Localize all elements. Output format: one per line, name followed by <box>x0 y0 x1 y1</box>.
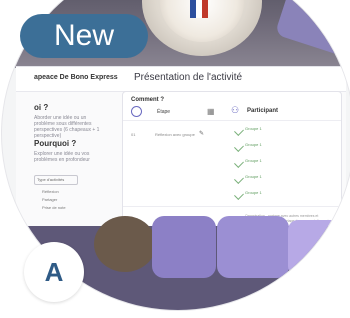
wood-disc-image <box>94 216 156 272</box>
left-heading-what: oi ? <box>34 103 49 112</box>
people-icon: ⚇ <box>231 105 240 115</box>
column-etape: Étape <box>157 109 171 115</box>
edit-icon[interactable]: ✎ <box>199 130 204 137</box>
list-item-partager: Partager <box>42 197 58 202</box>
column-participant: Participant <box>247 108 279 114</box>
left-text-what: Aborder une idée ou un problème sous dif… <box>34 115 100 139</box>
left-text-why: Explorer une idée ou vos problèmes en pr… <box>34 151 90 163</box>
row-reflexion-groupe: Réflexion avec groupe <box>155 132 195 137</box>
foam-cube-image <box>152 216 216 278</box>
calendar-icon: ▦ <box>207 107 215 116</box>
group-label: Groupe 1 <box>245 158 262 163</box>
card-heading: Comment ? <box>131 97 164 103</box>
foam-cube-image <box>217 216 289 278</box>
letter-badge: A <box>24 242 84 302</box>
new-badge: New <box>20 14 148 58</box>
check-icon <box>234 126 244 136</box>
foam-cube-image <box>288 220 348 276</box>
group-label: Groupe 1 <box>245 174 262 179</box>
brand-label: apeace De Bono Express <box>34 74 118 81</box>
page-title: Présentation de l'activité <box>134 72 243 83</box>
group-label: Groupe 1 <box>245 142 262 147</box>
topbar: apeace De Bono Express Présentation de l… <box>16 67 346 92</box>
row-number: 01 <box>131 132 136 137</box>
left-heading-why: Pourquoi ? <box>34 139 77 148</box>
activity-type-pill[interactable]: Type d'activités <box>34 175 78 185</box>
group-label: Groupe 1 <box>245 190 262 195</box>
list-item-reflexion: Réflexion <box>42 189 59 194</box>
list-item-prise-de-note: Prise de note <box>42 205 66 210</box>
clock-icon <box>131 106 142 117</box>
group-label: Groupe 1 <box>245 126 262 131</box>
